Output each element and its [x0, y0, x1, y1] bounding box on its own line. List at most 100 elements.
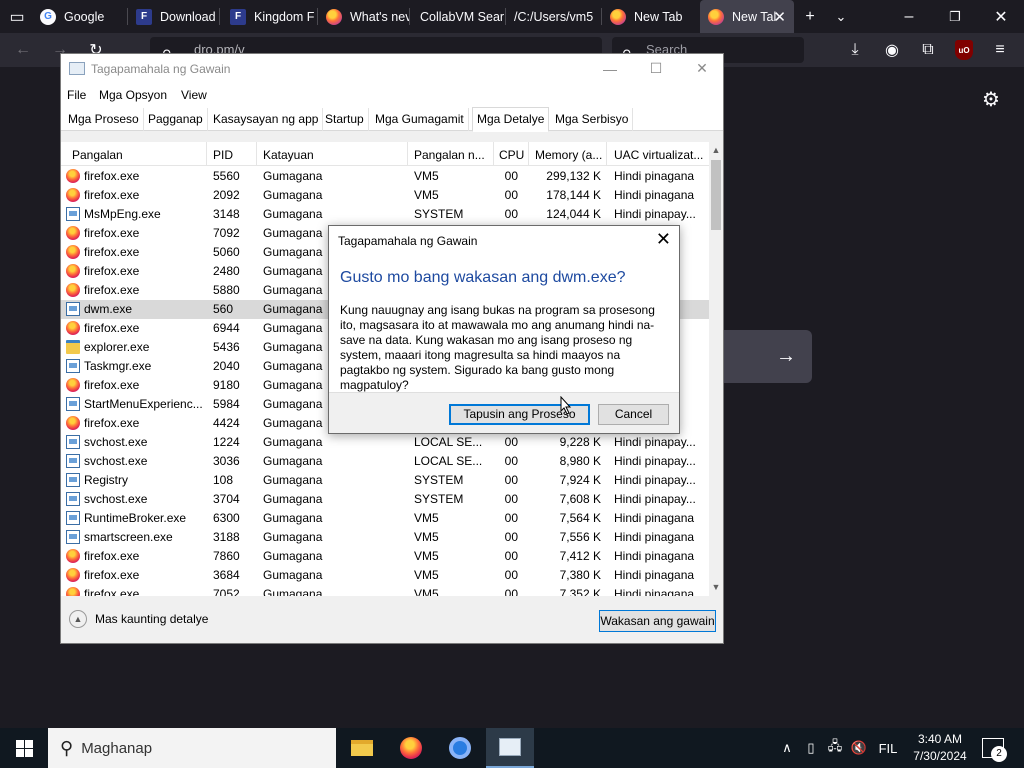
cell-name: MsMpEng.exe [84, 207, 161, 221]
account-icon[interactable]: ◉ [879, 37, 905, 63]
tab-services[interactable]: Mga Serbisyo [551, 108, 634, 131]
application-icon [66, 473, 80, 487]
column-pid[interactable]: PID [213, 148, 253, 162]
tab-whats-new[interactable]: What's nev [318, 0, 410, 33]
ublock-icon[interactable]: uO [955, 40, 973, 60]
tab-close-icon[interactable]: ✕ [773, 8, 786, 26]
column-memory[interactable]: Memory (a... [535, 148, 609, 162]
tab-performance[interactable]: Pagganap [144, 108, 208, 131]
column-name[interactable]: Pangalan [72, 148, 202, 162]
scroll-down-icon[interactable]: ▼ [709, 582, 723, 592]
menu-file[interactable]: File [67, 88, 86, 102]
cell-memory: 299,132 K [546, 169, 601, 183]
table-row[interactable]: firefox.exe 7052 Gumagana VM5 00 7,352 K Hindi… [61, 585, 709, 596]
tab-label: What's nev [350, 9, 410, 24]
table-row[interactable]: firefox.exe 5560 Gumagana VM5 00 299,132 K Hin… [61, 167, 709, 186]
cell-pid: 6944 [213, 321, 240, 335]
cell-uac: Hindi pinagana [614, 530, 695, 544]
table-row[interactable]: smartscreen.exe 3188 Gumagana VM5 00 7,556 K H… [61, 528, 709, 547]
cell-pid: 3704 [213, 492, 240, 506]
close-icon[interactable]: ✕ [656, 229, 671, 250]
tab-collabvm[interactable]: CollabVM Sear [412, 0, 506, 33]
column-cpu[interactable]: CPU [499, 148, 529, 162]
newtab-search-go-icon[interactable]: → [724, 330, 812, 383]
table-row[interactable]: firefox.exe 3684 Gumagana VM5 00 7,380 K Hindi… [61, 566, 709, 585]
new-tab-icon[interactable]: + [795, 0, 825, 33]
table-row[interactable]: MsMpEng.exe 3148 Gumagana SYSTEM 00 124,044 K… [61, 205, 709, 224]
firefox-icon [66, 283, 80, 297]
column-status[interactable]: Katayuan [263, 148, 403, 162]
scroll-up-icon[interactable]: ▲ [709, 145, 723, 155]
chrome-taskbar-button[interactable] [436, 728, 484, 768]
cell-cpu: 00 [504, 530, 518, 544]
task-manager-taskbar-button[interactable] [486, 728, 534, 768]
table-row[interactable]: svchost.exe 1224 Gumagana LOCAL SE... 00 9,22… [61, 433, 709, 452]
file-explorer-button[interactable] [338, 728, 386, 768]
cell-pid: 7860 [213, 549, 240, 563]
menu-options[interactable]: Mga Opsyon [99, 88, 167, 102]
table-row[interactable]: firefox.exe 2092 Gumagana VM5 00 178,144 K Hin… [61, 186, 709, 205]
scroll-thumb[interactable] [711, 160, 721, 230]
clock[interactable]: 3:40 AM 7/30/2024 [908, 731, 972, 765]
tab-processes[interactable]: Mga Proseso [64, 108, 144, 131]
gear-icon[interactable]: ⚙ [982, 87, 1000, 112]
tab-label: Download [160, 9, 216, 24]
taskbar-search[interactable]: ⚲ Maghanap [48, 728, 336, 768]
cell-name: explorer.exe [84, 340, 150, 354]
tab-startup[interactable]: Startup [321, 108, 369, 131]
table-row[interactable]: RuntimeBroker.exe 6300 Gumagana VM5 00 7,564 … [61, 509, 709, 528]
restore-icon[interactable]: ❐ [940, 0, 970, 33]
tab-manager-icon[interactable]: ▭ [2, 0, 32, 33]
table-row[interactable]: Registry 108 Gumagana SYSTEM 00 7,924 K Hindi … [61, 471, 709, 490]
cell-cpu: 00 [504, 511, 518, 525]
scrollbar[interactable]: ▲ ▼ [709, 142, 723, 596]
language-indicator[interactable]: FIL [874, 728, 902, 768]
tab-google[interactable]: G Google [32, 0, 128, 33]
tab-file-path[interactable]: /C:/Users/vm5 [506, 0, 602, 33]
close-icon[interactable]: ✕ [679, 54, 725, 83]
list-tabs-icon[interactable]: ⌄ [826, 0, 856, 33]
taskbar: ⚲ Maghanap ∧ ▯ 🖧 🔇 FIL 3:40 AM 7/30/2024 [0, 728, 1024, 768]
fewer-details-link[interactable]: ▲ Mas kaunting detalye [69, 610, 208, 628]
maximize-icon[interactable]: ☐ [633, 54, 679, 83]
downloads-icon[interactable]: ⤓ [842, 37, 868, 63]
firefox-icon [400, 737, 422, 759]
cell-status: Gumagana [263, 473, 323, 487]
cell-pid: 560 [213, 302, 234, 316]
column-uac[interactable]: UAC virtualizat... [614, 148, 706, 162]
column-username[interactable]: Pangalan n... [414, 148, 490, 162]
extensions-icon[interactable]: ⧉ [915, 37, 941, 63]
application-icon [66, 397, 80, 411]
cell-name: firefox.exe [84, 264, 140, 278]
minimize-icon[interactable]: — [587, 54, 633, 83]
back-icon[interactable]: ← [10, 37, 36, 63]
task-manager-tabs: Mga Proseso Pagganap Kasaysayan ng app S… [61, 107, 723, 132]
close-icon[interactable]: ✕ [986, 0, 1016, 33]
menu-view[interactable]: View [181, 88, 207, 102]
cell-cpu: 00 [504, 435, 518, 449]
volume-muted-icon[interactable]: 🔇 [848, 728, 870, 768]
tab-new-tab[interactable]: New Tab [602, 0, 698, 33]
minimize-icon[interactable]: – [894, 0, 924, 33]
tablet-icon[interactable]: ▯ [801, 728, 821, 768]
cancel-button[interactable]: Cancel [598, 404, 669, 425]
tab-details[interactable]: Mga Detalye [472, 107, 550, 132]
tab-download[interactable]: F Download [128, 0, 220, 33]
table-row[interactable]: svchost.exe 3704 Gumagana SYSTEM 00 7,608 K Hi… [61, 490, 709, 509]
cell-uac: Hindi pinapay... [614, 454, 696, 468]
network-icon[interactable]: 🖧 [824, 728, 846, 768]
menu-icon[interactable]: ≡ [987, 37, 1013, 63]
end-process-dialog: Tagapamahala ng Gawain ✕ Gusto mo bang w… [328, 225, 680, 434]
tab-new-tab-active[interactable]: New Tal ✕ [700, 0, 794, 33]
tab-users[interactable]: Mga Gumagamit [371, 108, 469, 131]
start-button[interactable] [0, 728, 48, 768]
end-task-button[interactable]: Wakasan ang gawain [599, 610, 716, 632]
cell-name: firefox.exe [84, 226, 140, 240]
firefox-taskbar-button[interactable] [387, 728, 435, 768]
table-row[interactable]: firefox.exe 7860 Gumagana VM5 00 7,412 K Hindi… [61, 547, 709, 566]
dialog-message: Kung nauugnay ang isang bukas na program… [340, 303, 655, 392]
tab-app-history[interactable]: Kasaysayan ng app [209, 108, 324, 131]
chevron-up-icon[interactable]: ∧ [776, 728, 798, 768]
tab-kingdom[interactable]: F Kingdom F [222, 0, 318, 33]
table-row[interactable]: svchost.exe 3036 Gumagana LOCAL SE... 00 8,98… [61, 452, 709, 471]
